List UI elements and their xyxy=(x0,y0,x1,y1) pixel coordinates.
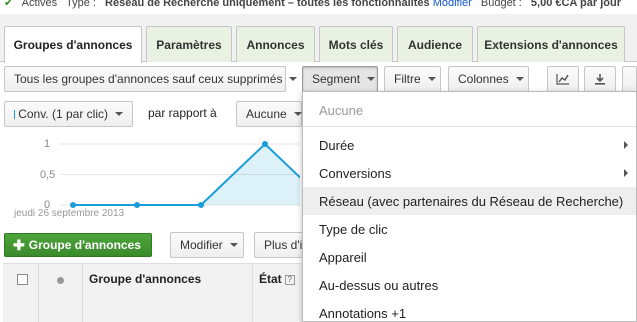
chevron-down-icon xyxy=(115,112,123,116)
menu-item-click-type[interactable]: Type de clic xyxy=(303,215,636,243)
tab-label: Audience xyxy=(407,37,462,52)
ad-group-column[interactable]: Groupe d'annonces xyxy=(83,264,253,322)
ad-group-filter-select[interactable]: Tous les groupes d'annonces sauf ceux su… xyxy=(4,66,298,92)
add-ad-group-button[interactable]: ✚ Groupe d'annonces xyxy=(4,233,152,257)
compare-label: par rapport à xyxy=(148,106,217,120)
type-value: Réseau de Recherche uniquement – toutes … xyxy=(105,0,430,9)
compare-metric-select[interactable]: Aucune xyxy=(236,101,302,127)
columns-button[interactable]: Colonnes xyxy=(448,66,529,92)
filter-button[interactable]: Filtre xyxy=(384,66,441,92)
segment-menu: Aucune Durée Conversions Réseau (avec pa… xyxy=(302,91,637,322)
chevron-down-icon xyxy=(515,77,524,81)
chevron-right-icon xyxy=(624,141,628,149)
modify-button[interactable]: Modifier xyxy=(170,232,244,258)
tab-label: Groupes d'annonces xyxy=(13,38,133,52)
columns-label: Colonnes xyxy=(458,72,509,86)
filter-label: Filtre xyxy=(394,72,421,86)
modify-link[interactable]: Modifier xyxy=(433,0,472,9)
add-ad-group-label: Groupe d'annonces xyxy=(28,238,141,252)
status-dot-cell xyxy=(39,264,83,322)
budget-label: Budget : xyxy=(480,0,522,9)
plus-icon: ✚ xyxy=(13,236,25,253)
campaign-status: Actives xyxy=(21,0,58,9)
chevron-down-icon xyxy=(427,77,436,81)
tab-keywords[interactable]: Mots clés xyxy=(319,26,393,62)
primary-metric-label: Conv. (1 par clic) xyxy=(18,107,108,121)
chevron-down-icon xyxy=(229,243,238,247)
segment-label: Segment xyxy=(312,72,361,86)
menu-item-label: Réseau (avec partenaires du Réseau de Re… xyxy=(319,193,624,209)
tab-label: Mots clés xyxy=(328,37,384,52)
tab-bar: Groupes d'annonces Paramètres Annonces M… xyxy=(0,14,637,63)
campaign-status-strip: ✔ Actives Type : Réseau de Recherche uni… xyxy=(0,0,637,14)
tab-label: Paramètres xyxy=(156,37,222,52)
tab-settings[interactable]: Paramètres xyxy=(146,26,232,62)
tab-label: Extensions d'annonces xyxy=(484,37,618,52)
menu-item-annotations[interactable]: Annotations +1 xyxy=(303,299,636,321)
status-check-icon: ✔ xyxy=(4,0,14,9)
menu-item-conversions[interactable]: Conversions xyxy=(303,159,636,187)
menu-item-label: Au-dessus ou autres xyxy=(319,277,439,293)
data-point[interactable] xyxy=(262,141,268,147)
filter-select-label: Tous les groupes d'annonces sauf ceux su… xyxy=(14,72,283,86)
state-column-header: État? xyxy=(259,272,295,286)
menu-item-label: Type de clic xyxy=(319,221,388,237)
menu-item-duration[interactable]: Durée xyxy=(303,131,636,159)
state-label: État xyxy=(259,272,282,286)
primary-metric-select[interactable]: Conv. (1 par clic) xyxy=(4,101,133,127)
menu-item-label: Annotations +1 xyxy=(319,305,407,321)
menu-item-network[interactable]: Réseau (avec partenaires du Réseau de Re… xyxy=(303,187,636,215)
metric-color-swatch xyxy=(14,109,16,119)
help-icon[interactable]: ? xyxy=(284,274,295,285)
y-tick-label: 1 xyxy=(44,138,51,150)
segment-button[interactable]: Segment xyxy=(302,66,378,92)
data-point[interactable] xyxy=(134,202,140,208)
chevron-down-icon xyxy=(293,112,302,116)
download-button[interactable] xyxy=(584,66,616,92)
tab-audience[interactable]: Audience xyxy=(397,26,473,62)
chart-toggle-button[interactable] xyxy=(547,66,579,92)
data-point[interactable] xyxy=(198,202,204,208)
status-dot-icon xyxy=(57,277,64,284)
select-all-cell xyxy=(3,264,39,322)
menu-item-label: Appareil xyxy=(319,249,367,265)
x-start-date-label: jeudi 26 septembre 2013 xyxy=(14,208,125,219)
more-info-label: Plus d'ir xyxy=(264,238,307,252)
select-all-checkbox[interactable] xyxy=(17,274,28,285)
menu-item-device[interactable]: Appareil xyxy=(303,243,636,271)
tab-label: Annonces xyxy=(246,37,305,52)
type-label: Type : xyxy=(66,0,96,9)
menu-item-top-vs-other[interactable]: Au-dessus ou autres xyxy=(303,271,636,299)
ad-group-column-header: Groupe d'annonces xyxy=(89,272,202,286)
menu-item-none[interactable]: Aucune xyxy=(303,96,636,124)
menu-divider xyxy=(303,126,636,127)
line-chart-icon xyxy=(556,74,569,85)
tab-ads[interactable]: Annonces xyxy=(236,26,315,62)
search-box-edge[interactable] xyxy=(622,66,637,92)
compare-metric-label: Aucune xyxy=(246,107,287,121)
tab-ad-groups[interactable]: Groupes d'annonces xyxy=(4,26,142,63)
modify-label: Modifier xyxy=(180,238,223,252)
menu-item-label: Aucune xyxy=(319,102,364,118)
chevron-right-icon xyxy=(624,169,628,177)
y-tick-label: 0,5 xyxy=(40,169,56,181)
chevron-down-icon xyxy=(289,77,298,81)
chevron-down-icon xyxy=(367,77,376,81)
budget-value: 5,00 €CA par jour xyxy=(530,0,621,9)
download-icon xyxy=(595,74,605,85)
menu-item-label: Conversions xyxy=(319,165,392,181)
tab-ad-extensions[interactable]: Extensions d'annonces xyxy=(477,26,625,62)
menu-item-label: Durée xyxy=(319,137,355,153)
